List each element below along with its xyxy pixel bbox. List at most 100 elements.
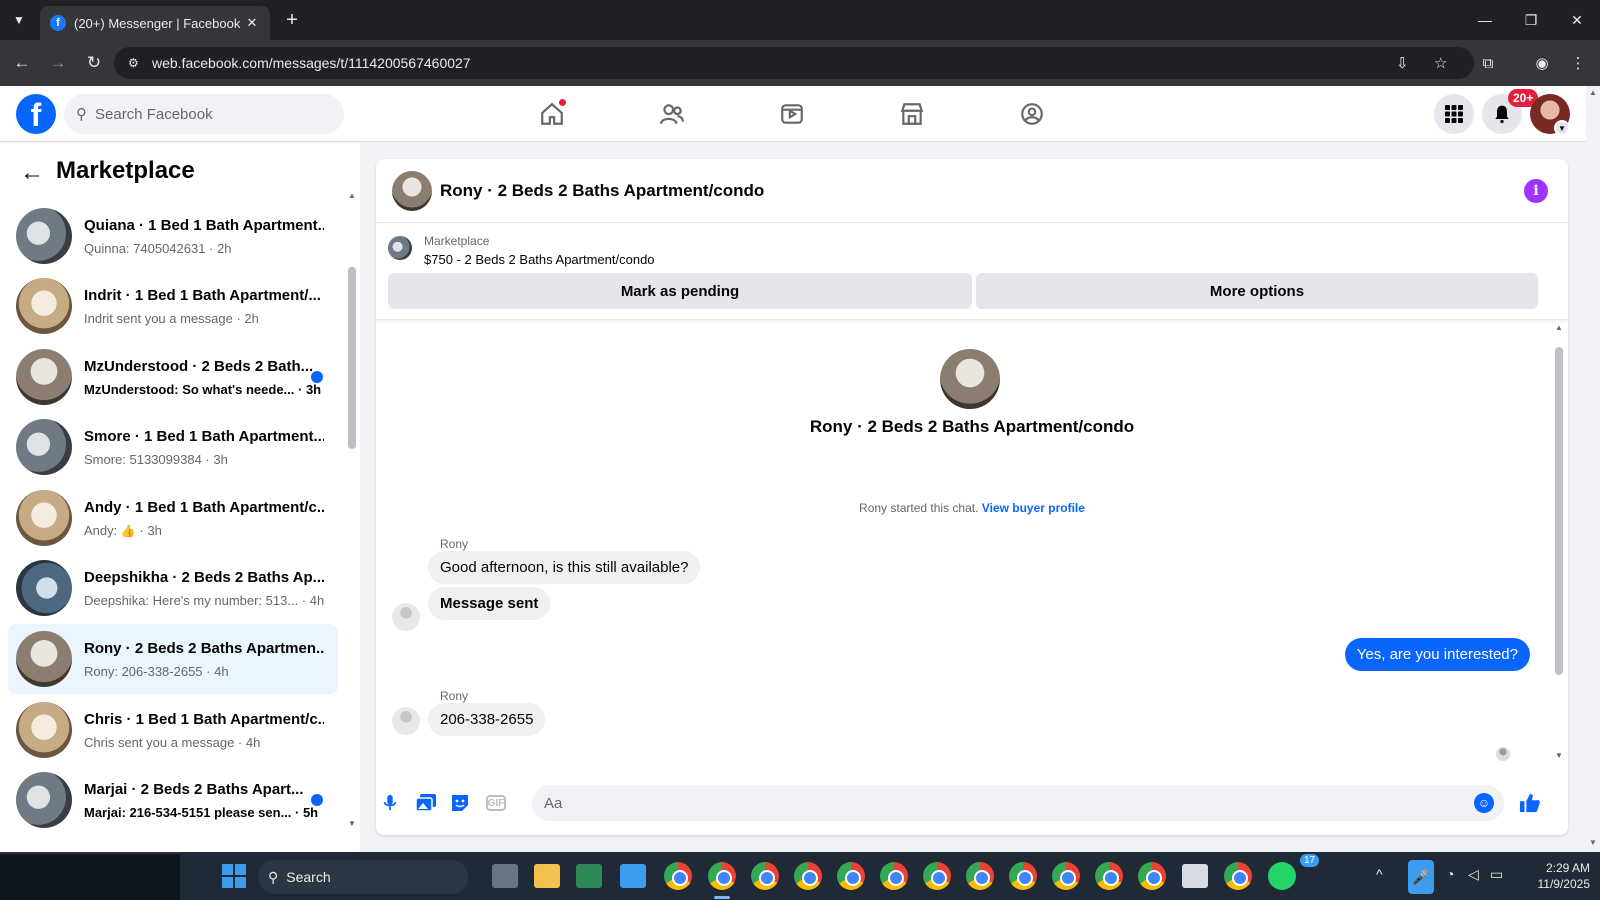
chrome-icon[interactable] bbox=[708, 862, 736, 890]
chat-title[interactable]: Rony · 2 Beds 2 Baths Apartment/condo bbox=[440, 181, 764, 201]
forward-button[interactable]: → bbox=[46, 51, 70, 75]
chrome-icon[interactable] bbox=[966, 862, 994, 890]
scroll-down-arrow-icon[interactable]: ▼ bbox=[1555, 751, 1563, 760]
photo-icon[interactable] bbox=[414, 791, 438, 815]
scroll-up-arrow-icon[interactable]: ▲ bbox=[1555, 323, 1563, 332]
volume-icon[interactable]: ◁ bbox=[1468, 866, 1479, 883]
browser-tab[interactable]: f (20+) Messenger | Facebook ✕ bbox=[40, 6, 270, 40]
browser-menu-icon[interactable]: ⋮ bbox=[1566, 51, 1590, 75]
friends-icon[interactable] bbox=[654, 96, 690, 132]
chrome-icon[interactable] bbox=[751, 862, 779, 890]
sender-avatar[interactable] bbox=[392, 707, 420, 735]
listing-thumbnail[interactable] bbox=[388, 236, 412, 260]
listing-title[interactable]: $750 - 2 Beds 2 Baths Apartment/condo bbox=[424, 252, 655, 267]
battery-icon[interactable]: ▭ bbox=[1490, 866, 1503, 883]
tray-chevron-icon[interactable]: ^ bbox=[1376, 866, 1383, 882]
chrome-icon[interactable] bbox=[1224, 862, 1252, 890]
scroll-down-arrow-icon[interactable]: ▼ bbox=[348, 819, 356, 828]
conversation-item[interactable]: Marjai · 2 Beds 2 Baths Apart... Marjai:… bbox=[8, 765, 338, 835]
more-options-button[interactable]: More options bbox=[976, 273, 1538, 309]
incoming-message[interactable]: Good afternoon, is this still available? bbox=[428, 551, 701, 584]
conversation-item[interactable]: Smore · 1 Bed 1 Bath Apartment... Smore:… bbox=[8, 412, 338, 482]
incoming-message[interactable]: 206-338-2655 bbox=[428, 703, 546, 736]
thumbs-up-send-icon[interactable] bbox=[1516, 789, 1544, 817]
system-clock[interactable]: 2:29 AM 11/9/2025 bbox=[1520, 860, 1591, 892]
whatsapp-badge: 17 bbox=[1300, 854, 1320, 867]
info-icon[interactable]: i bbox=[1524, 179, 1548, 203]
bookmark-star-icon[interactable]: ☆ bbox=[1434, 54, 1447, 72]
sticker-icon[interactable] bbox=[448, 791, 472, 815]
groups-icon[interactable] bbox=[1014, 96, 1050, 132]
mark-as-pending-button[interactable]: Mark as pending bbox=[388, 273, 972, 309]
new-tab-button[interactable]: + bbox=[280, 8, 304, 32]
chrome-icon[interactable] bbox=[837, 862, 865, 890]
conversation-item[interactable]: Chris · 1 Bed 1 Bath Apartment/c... Chri… bbox=[8, 695, 338, 765]
conversation-item[interactable]: Deepshikha · 2 Beds 2 Baths Ap... Deepsh… bbox=[8, 553, 338, 623]
page-scrollbar[interactable]: ▲ ▼ bbox=[1586, 86, 1600, 852]
facebook-search[interactable]: ⚲ bbox=[64, 94, 344, 134]
store-icon[interactable] bbox=[620, 864, 646, 888]
whatsapp-icon[interactable] bbox=[1268, 862, 1296, 890]
chrome-icon[interactable] bbox=[794, 862, 822, 890]
messages-scroll-thumb[interactable] bbox=[1555, 347, 1563, 675]
message-input-box[interactable]: ☺ bbox=[532, 785, 1504, 821]
facebook-search-input[interactable] bbox=[95, 105, 315, 123]
conversation-item[interactable]: Quiana · 1 Bed 1 Bath Apartment... Quinn… bbox=[8, 201, 338, 271]
conversation-snippet: Rony: 206-338-2655 · 4h bbox=[84, 664, 229, 679]
wifi-icon[interactable]: ◔ bbox=[1446, 866, 1454, 882]
address-bar[interactable]: ⚙ web.facebook.com/messages/t/1114200567… bbox=[114, 47, 1474, 79]
scroll-up-arrow-icon[interactable]: ▲ bbox=[1589, 88, 1597, 97]
sidebar-scroll-thumb[interactable] bbox=[348, 267, 356, 449]
file-explorer-icon[interactable] bbox=[534, 864, 560, 888]
chrome-icon[interactable] bbox=[880, 862, 908, 890]
sender-avatar[interactable] bbox=[392, 603, 420, 631]
site-info-icon[interactable]: ⚙ bbox=[128, 56, 152, 70]
taskbar-search[interactable]: ⚲ Search bbox=[258, 860, 468, 894]
chat-avatar[interactable] bbox=[392, 171, 432, 211]
emoji-icon[interactable]: ☺ bbox=[1474, 793, 1494, 813]
close-window-button[interactable]: ✕ bbox=[1554, 0, 1600, 40]
conversation-item-active[interactable]: Rony · 2 Beds 2 Baths Apartmen... Rony: … bbox=[8, 624, 338, 694]
chevron-down-icon[interactable]: ▼ bbox=[1554, 120, 1570, 136]
tab-search-dropdown[interactable]: ▼ bbox=[6, 8, 32, 32]
profile-icon[interactable]: ◉ bbox=[1530, 51, 1554, 75]
messages-scrollbar[interactable]: ▲ ▼ bbox=[1552, 321, 1566, 771]
task-view-icon[interactable] bbox=[492, 864, 518, 888]
scroll-up-arrow-icon[interactable]: ▲ bbox=[348, 191, 356, 200]
facebook-logo-icon[interactable]: f bbox=[16, 94, 56, 134]
microphone-icon[interactable] bbox=[378, 791, 402, 815]
chrome-icon[interactable] bbox=[923, 862, 951, 890]
minimize-button[interactable]: — bbox=[1462, 0, 1508, 40]
microphone-tray-icon[interactable]: 🎤 bbox=[1408, 860, 1434, 894]
restore-button[interactable]: ❐ bbox=[1508, 0, 1554, 40]
home-icon[interactable] bbox=[534, 96, 570, 132]
back-button[interactable]: ← bbox=[10, 51, 34, 75]
outgoing-message[interactable]: Yes, are you interested? bbox=[1344, 638, 1530, 671]
conversation-item[interactable]: Andy · 1 Bed 1 Bath Apartment/c... Andy:… bbox=[8, 483, 338, 553]
menu-grid-icon[interactable] bbox=[1434, 94, 1474, 134]
sidebar-scrollbar[interactable]: ▲ ▼ bbox=[346, 191, 358, 852]
view-buyer-profile-link[interactable]: View buyer profile bbox=[982, 501, 1085, 515]
video-icon[interactable] bbox=[774, 96, 810, 132]
reload-button[interactable]: ↻ bbox=[82, 51, 106, 75]
widgets-preview[interactable] bbox=[0, 852, 180, 900]
extensions-icon[interactable]: ⧉ bbox=[1476, 51, 1500, 75]
message-input[interactable] bbox=[544, 794, 1444, 812]
chrome-icon[interactable] bbox=[664, 862, 692, 890]
snipping-tool-icon[interactable] bbox=[1182, 864, 1208, 888]
windows-start-icon[interactable] bbox=[222, 864, 246, 888]
incoming-message[interactable]: Message sent bbox=[428, 587, 551, 620]
marketplace-icon[interactable] bbox=[894, 96, 930, 132]
conversation-item[interactable]: MzUnderstood · 2 Beds 2 Bath... MzUnders… bbox=[8, 342, 338, 412]
scroll-down-arrow-icon[interactable]: ▼ bbox=[1589, 838, 1597, 847]
install-app-icon[interactable]: ⇩ bbox=[1396, 54, 1409, 72]
chrome-icon[interactable] bbox=[1052, 862, 1080, 890]
back-arrow-icon[interactable]: ← bbox=[18, 159, 46, 187]
chrome-icon[interactable] bbox=[1095, 862, 1123, 890]
gif-icon[interactable]: GIF bbox=[486, 795, 506, 811]
chrome-icon[interactable] bbox=[1009, 862, 1037, 890]
conversation-item[interactable]: Indrit · 1 Bed 1 Bath Apartment/... Indr… bbox=[8, 271, 338, 341]
spreadsheet-app-icon[interactable] bbox=[576, 864, 602, 888]
chrome-icon[interactable] bbox=[1138, 862, 1166, 890]
tab-close-icon[interactable]: ✕ bbox=[244, 15, 260, 31]
